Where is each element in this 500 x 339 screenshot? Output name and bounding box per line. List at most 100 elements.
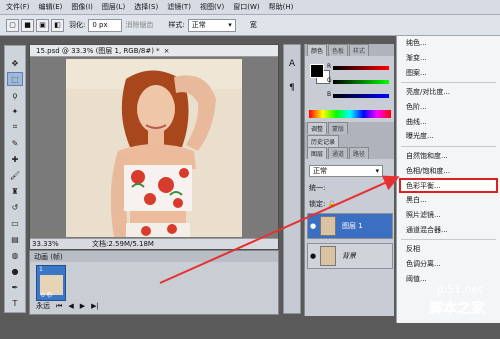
- gradient-tool-icon[interactable]: ▤: [7, 232, 23, 246]
- watermark-site: jb51.net: [437, 283, 483, 296]
- blur-tool-icon[interactable]: ◍: [7, 248, 23, 262]
- adjustment-menu-item[interactable]: 亮度/对比度...: [397, 85, 500, 100]
- layer-thumbnail: [320, 246, 336, 266]
- blend-mode-select[interactable]: 正常 ▾: [309, 165, 383, 177]
- tab-layers[interactable]: 图层: [307, 147, 328, 159]
- chevron-down-icon: ▾: [228, 21, 232, 29]
- menu-item[interactable]: 视图(V): [200, 2, 224, 12]
- animation-header[interactable]: 动画 (帧): [30, 251, 278, 262]
- layers-panel: 正常 ▾ 统一: 锁定: 🔒 ● 图层 1 ● 背景: [305, 159, 394, 339]
- color-balance-menu-item[interactable]: 色彩平衡...: [399, 178, 498, 193]
- adjustment-menu-item[interactable]: 曲线...: [397, 114, 500, 129]
- menu-item[interactable]: 图层(L): [102, 2, 125, 12]
- chevron-down-icon: ▾: [375, 167, 379, 175]
- layer-thumbnail: [320, 216, 336, 236]
- add-selection-icon[interactable]: ▣: [36, 18, 49, 32]
- eye-icon[interactable]: ●: [308, 222, 318, 230]
- history-brush-icon[interactable]: ↺: [7, 200, 23, 214]
- marquee-tool-icon[interactable]: ⬚: [7, 72, 23, 86]
- move-tool-icon[interactable]: ✥: [7, 56, 23, 70]
- layer-row[interactable]: ● 背景: [307, 243, 393, 269]
- prev-frame-icon[interactable]: ◀: [68, 302, 73, 310]
- collapsed-panel-strip: A ¶: [283, 44, 301, 314]
- adjustment-menu-item[interactable]: 色阶...: [397, 100, 500, 115]
- menu-item[interactable]: 帮助(H): [269, 2, 294, 12]
- layer-row[interactable]: ● 图层 1: [307, 213, 393, 239]
- crop-tool-icon[interactable]: ⌗: [7, 120, 23, 134]
- subtract-selection-icon[interactable]: ◧: [51, 18, 64, 32]
- color-tabs: 颜色 色板 样式: [305, 44, 394, 56]
- healing-brush-icon[interactable]: ✚: [7, 152, 23, 166]
- tab-swatches[interactable]: 色板: [328, 44, 349, 56]
- document-title: 15.psd @ 33.3% (图层 1, RGB/8#) *: [36, 46, 160, 55]
- tab-color[interactable]: 颜色: [307, 44, 328, 56]
- feather-label: 羽化:: [69, 21, 86, 29]
- lock-row: 锁定: 🔒: [309, 199, 336, 209]
- loop-select[interactable]: 永远: [36, 301, 50, 311]
- close-icon[interactable]: ×: [164, 47, 170, 55]
- adjustment-menu-item[interactable]: 反相: [397, 242, 500, 257]
- eraser-icon[interactable]: ▭: [7, 216, 23, 230]
- zoom-level[interactable]: 33.33%: [32, 240, 66, 248]
- eye-icon[interactable]: ●: [308, 252, 318, 260]
- unify-row: 统一:: [309, 183, 325, 193]
- tab-paths[interactable]: 路径: [349, 147, 370, 159]
- adjustment-menu-item[interactable]: 曝光度...: [397, 129, 500, 144]
- menu-item[interactable]: 编辑(E): [39, 2, 63, 12]
- document-tab[interactable]: 15.psd @ 33.3% (图层 1, RGB/8#) * ×: [30, 45, 278, 57]
- blend-mode-value: 正常: [313, 167, 327, 175]
- red-label: R: [327, 63, 332, 70]
- adjustment-menu-item[interactable]: 色相/饱和度...: [397, 164, 500, 179]
- blue-slider[interactable]: B: [327, 91, 389, 98]
- tab-styles[interactable]: 样式: [349, 44, 370, 56]
- eyedropper-icon[interactable]: ✎: [7, 136, 23, 150]
- photo-canvas[interactable]: [66, 59, 242, 237]
- paragraph-panel-icon[interactable]: ¶: [284, 83, 300, 93]
- menu-item[interactable]: 文件(F): [6, 2, 30, 12]
- play-icon[interactable]: ▶: [80, 302, 85, 310]
- adjustment-menu-item[interactable]: 黑白...: [397, 193, 500, 208]
- menu-item[interactable]: 图像(I): [71, 2, 93, 12]
- character-panel-icon[interactable]: A: [284, 59, 300, 69]
- dodge-tool-icon[interactable]: ●: [7, 264, 23, 278]
- animation-panel: 动画 (帧) 1 0 秒 永远 ⏮ ◀ ▶ ▶|: [29, 250, 279, 315]
- tab-history[interactable]: 历史记录: [307, 135, 340, 147]
- type-tool-icon[interactable]: T: [7, 296, 23, 310]
- style-label: 样式:: [168, 21, 185, 29]
- doc-size[interactable]: 文档:2.59M/5.18M: [92, 239, 154, 249]
- feather-input[interactable]: 0 px: [88, 18, 123, 32]
- tab-channels[interactable]: 通道: [328, 147, 349, 159]
- red-slider[interactable]: R: [327, 63, 389, 70]
- magic-wand-icon[interactable]: ✦: [7, 104, 23, 118]
- tab-adjustments[interactable]: 调整: [307, 122, 328, 134]
- style-select[interactable]: 正常 ▾: [187, 18, 236, 32]
- frame-time[interactable]: 0 秒: [41, 290, 53, 299]
- first-frame-icon[interactable]: ⏮: [56, 302, 62, 311]
- antialias-checkbox[interactable]: 消除锯齿: [125, 20, 153, 30]
- adjustment-menu-item[interactable]: 通道混合器...: [397, 222, 500, 237]
- brush-tool-icon[interactable]: 🖌: [7, 168, 23, 182]
- new-selection-icon[interactable]: ■: [21, 18, 34, 32]
- color-spectrum[interactable]: [309, 110, 391, 118]
- adjustment-menu-item[interactable]: 渐变...: [397, 51, 500, 66]
- menu-item[interactable]: 滤镜(T): [167, 2, 191, 12]
- pen-tool-icon[interactable]: ✒: [7, 280, 23, 294]
- next-frame-icon[interactable]: ▶|: [91, 302, 99, 310]
- menu-item[interactable]: 选择(S): [134, 2, 158, 12]
- lasso-tool-icon[interactable]: ϙ: [7, 88, 23, 102]
- animation-frame[interactable]: 1 0 秒: [36, 265, 66, 301]
- marquee-tool-icon[interactable]: ▢: [6, 18, 19, 32]
- clone-stamp-icon[interactable]: ♜: [7, 184, 23, 198]
- adjustment-menu-item[interactable]: 自然饱和度...: [397, 149, 500, 164]
- adjustment-menu-item[interactable]: 色调分离...: [397, 257, 500, 272]
- green-slider[interactable]: G: [327, 77, 389, 84]
- adjustment-menu-item[interactable]: 照片滤镜...: [397, 208, 500, 223]
- menu-item[interactable]: 窗口(W): [233, 2, 259, 12]
- lock-icon[interactable]: 🔒: [328, 200, 337, 208]
- document-window: 15.psd @ 33.3% (图层 1, RGB/8#) * × 33.33%…: [29, 44, 279, 250]
- history-tab-row: 历史记录: [305, 134, 394, 147]
- tab-masks[interactable]: 蒙版: [328, 122, 349, 134]
- foreground-color-swatch[interactable]: [310, 64, 324, 78]
- adjustment-menu-item[interactable]: 图案...: [397, 65, 500, 80]
- adjustment-menu-item[interactable]: 纯色...: [397, 36, 500, 51]
